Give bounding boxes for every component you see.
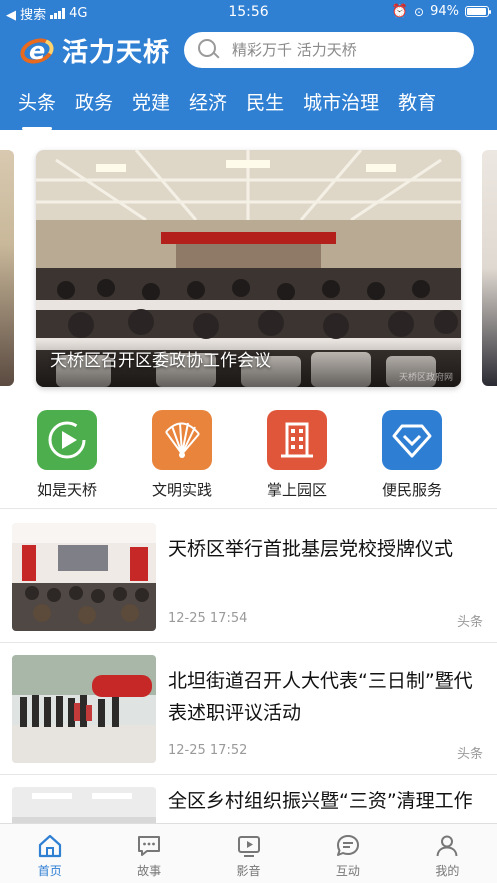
news-item[interactable]: 北坦街道召开人大代表“三日制”暨代表述职评议活动 12-25 17:52 头条	[0, 655, 497, 787]
search-input[interactable]	[232, 41, 452, 59]
tab-jiaoyu[interactable]: 教育	[398, 88, 436, 130]
alarm-icon: ⏰	[391, 4, 409, 19]
app-logo: e 活力天桥	[16, 32, 170, 69]
quick-entry-grid: 如是天桥 文明实践 掌上园区 便民服务	[0, 410, 497, 505]
news-divider	[0, 642, 497, 643]
quick-entry-label: 文明实践	[151, 481, 212, 499]
news-title: 天桥区举行首批基层党校授牌仪式	[168, 538, 454, 560]
bottom-nav: 首页 故事 影音 互动 我的	[0, 823, 497, 883]
diamond-icon	[382, 410, 442, 470]
tab-chengshi-zhili[interactable]: 城市治理	[303, 88, 379, 130]
news-time: 12-25 17:52	[168, 743, 248, 758]
quick-entry-label: 如是天桥	[36, 481, 97, 499]
nav-label: 故事	[137, 864, 162, 878]
nav-interact[interactable]: 互动	[298, 824, 397, 883]
home-icon	[37, 833, 63, 859]
fan-icon	[152, 410, 212, 470]
news-time: 12-25 17:54	[168, 611, 248, 626]
orientation-lock-icon: ⊙	[414, 4, 425, 19]
nav-home[interactable]: 首页	[0, 824, 99, 883]
tab-dangjian[interactable]: 党建	[132, 88, 170, 130]
section-divider	[0, 508, 497, 509]
news-title: 全区乡村组织振兴暨“三资”清理工作推进会在桑梓店街道	[168, 790, 473, 823]
news-thumbnail	[12, 523, 156, 631]
banner-carousel[interactable]: 天桥区召开区委政协工作会议 天桥区政府网	[0, 130, 497, 400]
tab-minsheng[interactable]: 民生	[246, 88, 284, 130]
news-item[interactable]: 全区乡村组织振兴暨“三资”清理工作推进会在桑梓店街道	[0, 787, 497, 823]
carousel-prev-slide[interactable]	[0, 150, 14, 386]
nav-media[interactable]: 影音	[199, 824, 298, 883]
nav-label: 影音	[236, 864, 261, 878]
nav-label: 互动	[335, 864, 360, 878]
news-title: 北坦街道召开人大代表“三日制”暨代表述职评议活动	[168, 670, 473, 724]
photo-watermark: 天桥区政府网	[398, 373, 453, 383]
logo-mark-icon: e	[16, 33, 60, 68]
nav-label: 首页	[37, 864, 62, 878]
search-icon	[198, 39, 220, 61]
search-bar[interactable]	[184, 32, 474, 68]
user-icon	[434, 833, 460, 859]
status-bar: ◀ 搜索 4G 15:56 ⏰ ⊙ 94%	[0, 0, 497, 24]
nav-label: 我的	[435, 864, 460, 878]
nav-profile[interactable]: 我的	[398, 824, 497, 883]
news-thumbnail	[12, 655, 156, 763]
video-icon	[236, 833, 262, 859]
battery-icon	[465, 6, 491, 17]
tab-toutiao[interactable]: 头条	[18, 88, 56, 130]
news-divider	[0, 774, 497, 775]
quick-entry-bianmin-fuwu[interactable]: 便民服务	[362, 410, 462, 500]
header: ◀ 搜索 4G 15:56 ⏰ ⊙ 94% e 活力天桥 头条 政务 党建 经济…	[0, 0, 497, 130]
play-icon	[37, 410, 97, 470]
app-bar: e 活力天桥	[0, 28, 497, 74]
quick-entry-rushi-tianqiao[interactable]: 如是天桥	[17, 410, 117, 500]
message-icon	[335, 833, 361, 859]
nav-stories[interactable]: 故事	[99, 824, 198, 883]
tab-zhengwu[interactable]: 政务	[75, 88, 113, 130]
quick-entry-wenming-shijian[interactable]: 文明实践	[132, 410, 232, 500]
battery-percent: 94%	[430, 4, 459, 19]
news-tag: 头条	[456, 615, 483, 630]
app-name: 活力天桥	[62, 38, 171, 68]
news-tag: 头条	[456, 747, 483, 762]
news-item[interactable]: 天桥区举行首批基层党校授牌仪式 12-25 17:54 头条	[0, 523, 497, 655]
building-icon	[267, 410, 327, 470]
tab-jingji[interactable]: 经济	[189, 88, 227, 130]
carousel-caption: 天桥区召开区委政协工作会议	[50, 351, 271, 371]
quick-entry-label: 掌上园区	[266, 481, 327, 499]
carousel-slide[interactable]: 天桥区召开区委政协工作会议 天桥区政府网	[36, 150, 461, 387]
quick-entry-label: 便民服务	[381, 481, 442, 499]
news-thumbnail	[12, 787, 156, 823]
quick-entry-zhangshang-yuanqu[interactable]: 掌上园区	[247, 410, 347, 500]
carousel-next-slide[interactable]	[482, 150, 497, 386]
chat-icon	[136, 833, 162, 859]
category-tabs: 头条 政务 党建 经济 民生 城市治理 教育	[0, 88, 497, 130]
